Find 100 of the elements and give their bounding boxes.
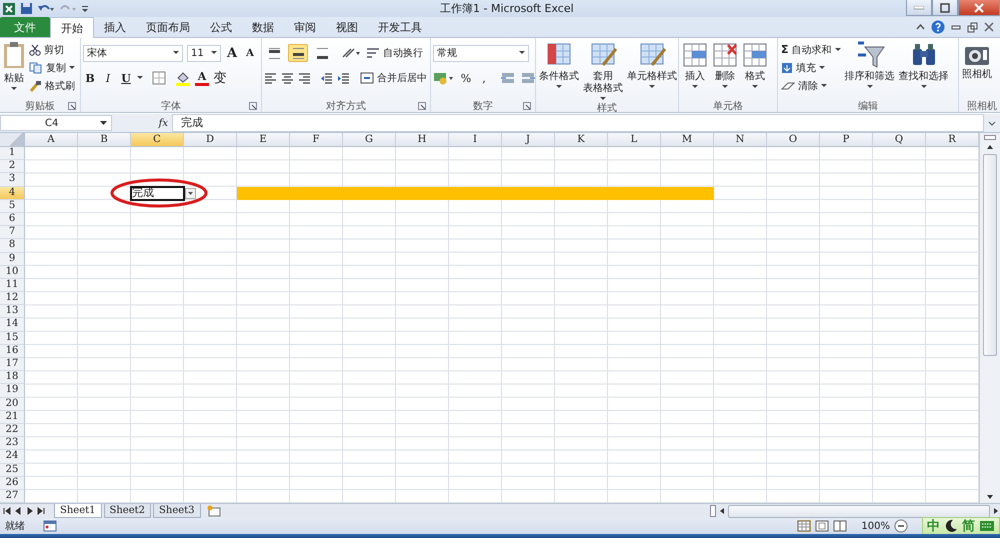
row-header[interactable]: 9 [0, 252, 25, 266]
row-header[interactable]: 16 [0, 344, 25, 358]
increase-indent-icon[interactable] [337, 72, 350, 84]
ribbon-button[interactable]: 插入 [681, 41, 709, 89]
decrease-indent-icon[interactable] [320, 72, 333, 84]
orientation-icon[interactable] [341, 47, 361, 59]
dialog-launcher-icon[interactable] [249, 102, 257, 110]
currency-icon[interactable] [433, 71, 455, 85]
zoom-level[interactable]: 100% [861, 520, 890, 532]
row-header[interactable]: 15 [0, 332, 25, 345]
sheet-tab[interactable]: Sheet1 [54, 504, 102, 518]
align-right-icon[interactable] [298, 72, 311, 84]
align-left-icon[interactable] [264, 72, 277, 84]
fill-color-icon[interactable] [175, 70, 191, 86]
column-header[interactable]: D [184, 133, 237, 147]
close-button[interactable] [958, 0, 1000, 16]
ribbon-button[interactable]: 填充 [780, 59, 842, 76]
column-header[interactable]: L [608, 133, 661, 147]
column-header[interactable]: C [131, 133, 184, 147]
ribbon-tab[interactable]: 审阅 [284, 17, 326, 37]
column-header[interactable]: P [820, 133, 873, 147]
decrease-decimal-icon[interactable] [520, 72, 535, 84]
scroll-right-icon[interactable] [992, 506, 1000, 516]
underline-button[interactable]: U [119, 69, 133, 87]
page-break-view-icon[interactable] [833, 520, 848, 532]
paste-button[interactable]: 粘贴 [2, 41, 26, 91]
caret-icon[interactable] [137, 76, 143, 80]
ribbon-button[interactable]: 查找和选择 [898, 41, 950, 89]
ribbon-tab[interactable]: 公式 [200, 17, 242, 37]
formula-input[interactable]: 完成 [172, 114, 984, 132]
row-header[interactable]: 19 [0, 384, 25, 398]
shrink-font-button[interactable]: A [243, 44, 257, 62]
grow-font-button[interactable]: A [225, 44, 239, 62]
close-icon[interactable] [984, 22, 994, 32]
column-header[interactable]: J [502, 133, 555, 147]
column-header[interactable]: B [78, 133, 131, 147]
row-header[interactable]: 3 [0, 173, 25, 187]
vertical-align-button[interactable] [288, 44, 308, 62]
sheet-tab[interactable]: Sheet2 [104, 504, 152, 518]
ribbon-tab[interactable]: 插入 [94, 17, 136, 37]
ribbon-button[interactable]: 排序和筛选 [844, 41, 896, 89]
insert-function-button[interactable]: fx [158, 118, 168, 128]
row-header[interactable]: 6 [0, 212, 25, 226]
ribbon-button[interactable]: 删除 [711, 41, 739, 89]
help-icon[interactable] [931, 20, 945, 34]
align-center-icon[interactable] [281, 72, 294, 84]
column-header[interactable]: H [396, 133, 449, 147]
split-handle-icon[interactable] [984, 135, 996, 140]
row-header[interactable]: 7 [0, 226, 25, 240]
font-name-dropdown[interactable]: 宋体 [83, 44, 183, 62]
row-header[interactable]: 2 [0, 160, 25, 174]
minimize-ribbon-icon[interactable] [916, 23, 925, 31]
column-header[interactable]: G [343, 133, 396, 147]
column-header[interactable]: K [555, 133, 608, 147]
normal-view-icon[interactable] [797, 520, 812, 532]
name-box[interactable]: C4 [0, 115, 112, 131]
dialog-launcher-icon[interactable] [523, 102, 531, 110]
bold-button[interactable]: B [83, 69, 97, 87]
ribbon-button[interactable]: 条件格式 [538, 41, 580, 89]
ribbon-tab[interactable]: 开发工具 [368, 17, 432, 37]
border-icon[interactable] [152, 71, 166, 85]
percent-button[interactable]: % [459, 69, 473, 87]
column-header[interactable]: M [661, 133, 714, 147]
font-color-button[interactable]: A [195, 70, 209, 86]
excel-logo-icon[interactable] [2, 2, 16, 16]
column-header[interactable]: O [767, 133, 820, 147]
table-cell[interactable]: 完成 [131, 186, 184, 200]
row-header[interactable]: 23 [0, 437, 25, 450]
ribbon-tab[interactable]: 开始 [50, 17, 94, 38]
restore-icon[interactable] [967, 22, 978, 32]
scroll-left-icon[interactable] [718, 506, 726, 516]
split-handle-icon[interactable] [710, 505, 716, 517]
scrollbar-thumb[interactable] [728, 504, 990, 518]
row-header[interactable]: 18 [0, 371, 25, 384]
moon-icon[interactable] [944, 519, 958, 533]
page-layout-view-icon[interactable] [815, 520, 830, 532]
row-header[interactable]: 22 [0, 424, 25, 438]
sheet-tab[interactable]: Sheet3 [153, 504, 201, 518]
row-header[interactable]: 20 [0, 398, 25, 411]
font-size-dropdown[interactable]: 11 [187, 44, 221, 62]
row-header[interactable]: 13 [0, 305, 25, 318]
row-header[interactable]: 27 [0, 490, 25, 504]
row-header[interactable]: 25 [0, 464, 25, 477]
row-header[interactable]: 5 [0, 200, 25, 213]
row-header[interactable]: 8 [0, 239, 25, 252]
ribbon-button[interactable]: 格式 [741, 41, 769, 89]
dialog-launcher-icon[interactable] [68, 102, 76, 110]
minimize-icon[interactable] [951, 23, 961, 31]
ribbon-button[interactable]: 复制 [28, 59, 76, 76]
row-header[interactable]: 1 [0, 147, 25, 160]
row-header[interactable]: 17 [0, 358, 25, 372]
column-header[interactable]: R [926, 133, 979, 147]
column-header[interactable]: E [237, 133, 290, 147]
zoom-out-icon[interactable] [894, 519, 908, 533]
row-header[interactable]: 26 [0, 476, 25, 490]
row-header[interactable]: 11 [0, 278, 25, 292]
ribbon-button[interactable]: 剪切 [28, 41, 76, 58]
wrap-text-button[interactable]: 自动换行 [365, 44, 424, 62]
row-header[interactable]: 14 [0, 318, 25, 332]
row-header[interactable]: 21 [0, 410, 25, 424]
